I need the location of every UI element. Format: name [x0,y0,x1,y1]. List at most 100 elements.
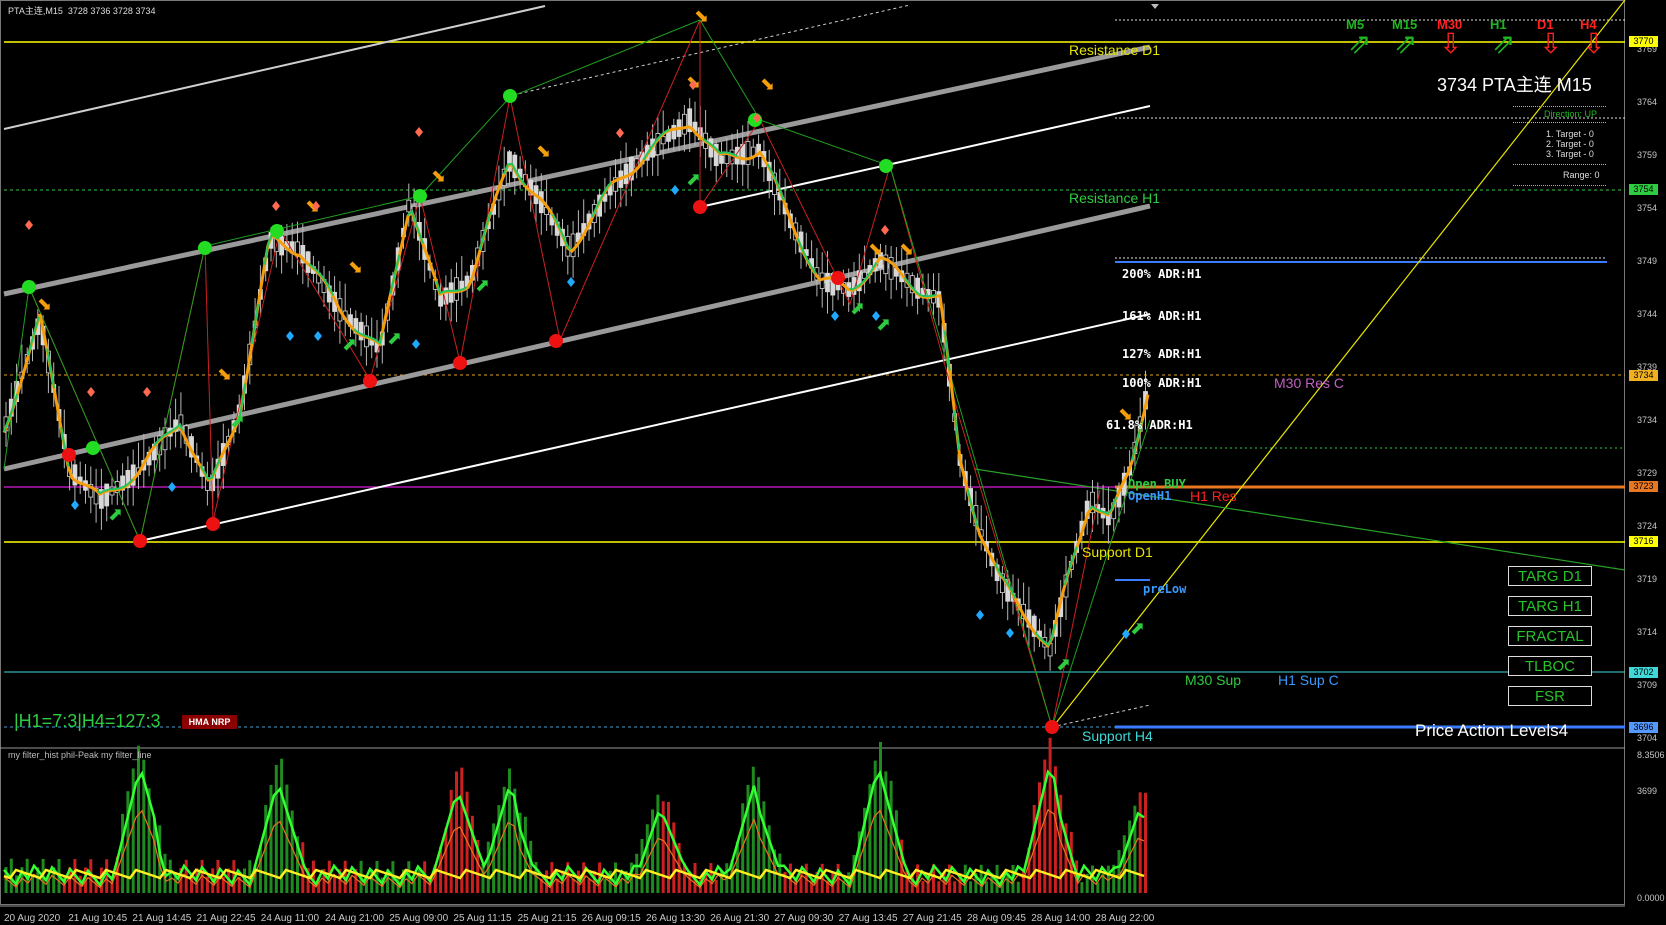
candle [570,233,576,258]
target-1: 1. Target - 0 [1546,129,1594,139]
chart-frame [0,0,1625,905]
histogram-bar [953,881,957,893]
candle [406,199,412,213]
histogram-bar [571,878,575,893]
panel-divider [1513,164,1606,165]
date-tick: 28 Aug 22:00 [1095,913,1155,924]
ratio-text: |H1=7:3|H4=127:3 [14,711,161,731]
sell-arrow-icon: ⬊ [868,239,883,260]
histogram-bar [985,881,988,893]
histogram-bar [1016,881,1020,893]
diamond-marker [71,500,79,510]
support-h4-label: Support H4 [1082,728,1153,744]
histogram-bar [1022,870,1026,893]
arrow-up-right-icon: ⇗ [1492,28,1516,59]
date-tick: 21 Aug 14:45 [132,913,192,924]
swing-low-dot [1045,720,1059,734]
sub-scale-top: 8.3506 [1637,750,1665,760]
arrow-down-icon: ⇩ [1539,28,1563,59]
panel-divider [1513,106,1606,107]
arrow-down-icon: ⇩ [1582,28,1606,59]
candle [719,155,724,164]
diamond-marker [25,220,33,230]
tlboc-button[interactable]: TLBOC [1508,656,1592,676]
open-h1-label: OpenH1 [1128,489,1172,503]
sell-arrow-icon: ⬊ [348,257,363,278]
diamond-marker [272,201,280,211]
targ-h1-button[interactable]: TARG H1 [1508,596,1592,616]
zigzag [3,19,1151,729]
buy-arrow-icon: ⬈ [230,411,245,432]
hma-nrp-badge[interactable]: HMA NRP [182,715,237,729]
histogram-bar [714,879,718,893]
swing-low-dot [363,374,377,388]
filter-histogram [3,737,1147,893]
histogram-bar [1048,737,1052,893]
buy-arrow-icon: ⬈ [342,334,357,355]
date-tick: 26 Aug 09:15 [581,913,641,924]
sell-arrow-icon: ⬊ [536,141,551,162]
swing-high-dot [270,224,284,238]
price-tag: 3770 [1629,36,1658,47]
window-title: PTA主连,M15 3728 3736 3728 3734 [8,6,156,16]
sell-arrow-icon: ⬊ [694,6,709,27]
price-tag: 3754 [1629,184,1658,195]
price-tag: 3716 [1629,536,1658,547]
subwindow-label: my filter_hist phil-Peak my filter_line [8,750,152,760]
swing-low-dot [831,271,845,285]
panel-divider [1513,122,1606,123]
date-tick: 21 Aug 10:45 [68,913,128,924]
hma-line [2,124,1150,649]
date-tick: 20 Aug 2020 [4,913,61,924]
diamond-marker [831,311,839,321]
range-label: Range: 0 [1563,170,1600,180]
date-tick: 28 Aug 14:00 [1031,913,1091,924]
filter-line-green [3,769,1145,888]
histogram-bar [969,881,973,893]
candle [825,272,830,293]
info-header: 3734 PTA主连 M15 [1437,75,1592,95]
candle [671,124,677,140]
date-tick: 24 Aug 21:00 [325,913,384,924]
histogram-bar [1117,850,1121,893]
fractal-button[interactable]: FRACTAL [1508,626,1592,646]
price-tick: 3729 [1637,468,1658,478]
panel-divider [1513,185,1606,186]
diamond-marker [616,128,624,138]
buy-arrow-icon: ⬈ [850,298,865,319]
target-3: 3. Target - 0 [1546,149,1594,159]
histogram-bar [979,864,983,893]
adr-200-label: 200% ADR:H1 [1122,267,1202,281]
sub-scale-bottom: 0.0000 [1637,893,1665,903]
diamond-marker [976,610,984,620]
buy-arrow-icon: ⬈ [1056,654,1071,675]
price-tick: 3704 [1637,733,1658,743]
candle [358,321,364,341]
histogram-bar [879,742,882,893]
sell-arrow-icon: ⬊ [217,364,232,385]
sell-arrow-icon: ⬊ [760,74,775,95]
swing-high-dot [22,280,36,294]
resistance-d1-label: Resistance D1 [1069,42,1161,58]
date-tick: 26 Aug 21:30 [710,913,770,924]
date-tick: 28 Aug 09:45 [967,913,1026,924]
swing-low-dot [549,334,563,348]
buy-arrow-icon: ⬈ [108,504,123,525]
swing-high-dot [198,241,212,255]
fsr-button[interactable]: FSR [1508,686,1592,706]
price-chart[interactable]: ⬈⬈⬈⬈⬈⬈⬈⬈⬈⬈⬊⬊⬊⬊⬊⬊⬊⬊⬊⬊⬊⬊ [0,0,1666,925]
histogram-bar [1080,882,1084,893]
histogram-bar [587,879,591,893]
direction-label: Direction: UP [1544,109,1598,119]
price-tick: 3759 [1637,150,1658,160]
swing-low-dot [693,200,707,214]
swing-high-dot [413,189,427,203]
price-tag: 3696 [1629,722,1658,733]
targ-d1-button[interactable]: TARG D1 [1508,566,1592,586]
sell-arrow-icon: ⬊ [899,239,914,260]
resistance-h1-label: Resistance H1 [1069,190,1161,206]
diamond-marker [143,387,151,397]
histogram-bar [603,879,607,893]
buy-arrow-icon: ⬈ [1130,618,1145,639]
date-tick: 26 Aug 13:30 [646,913,705,924]
